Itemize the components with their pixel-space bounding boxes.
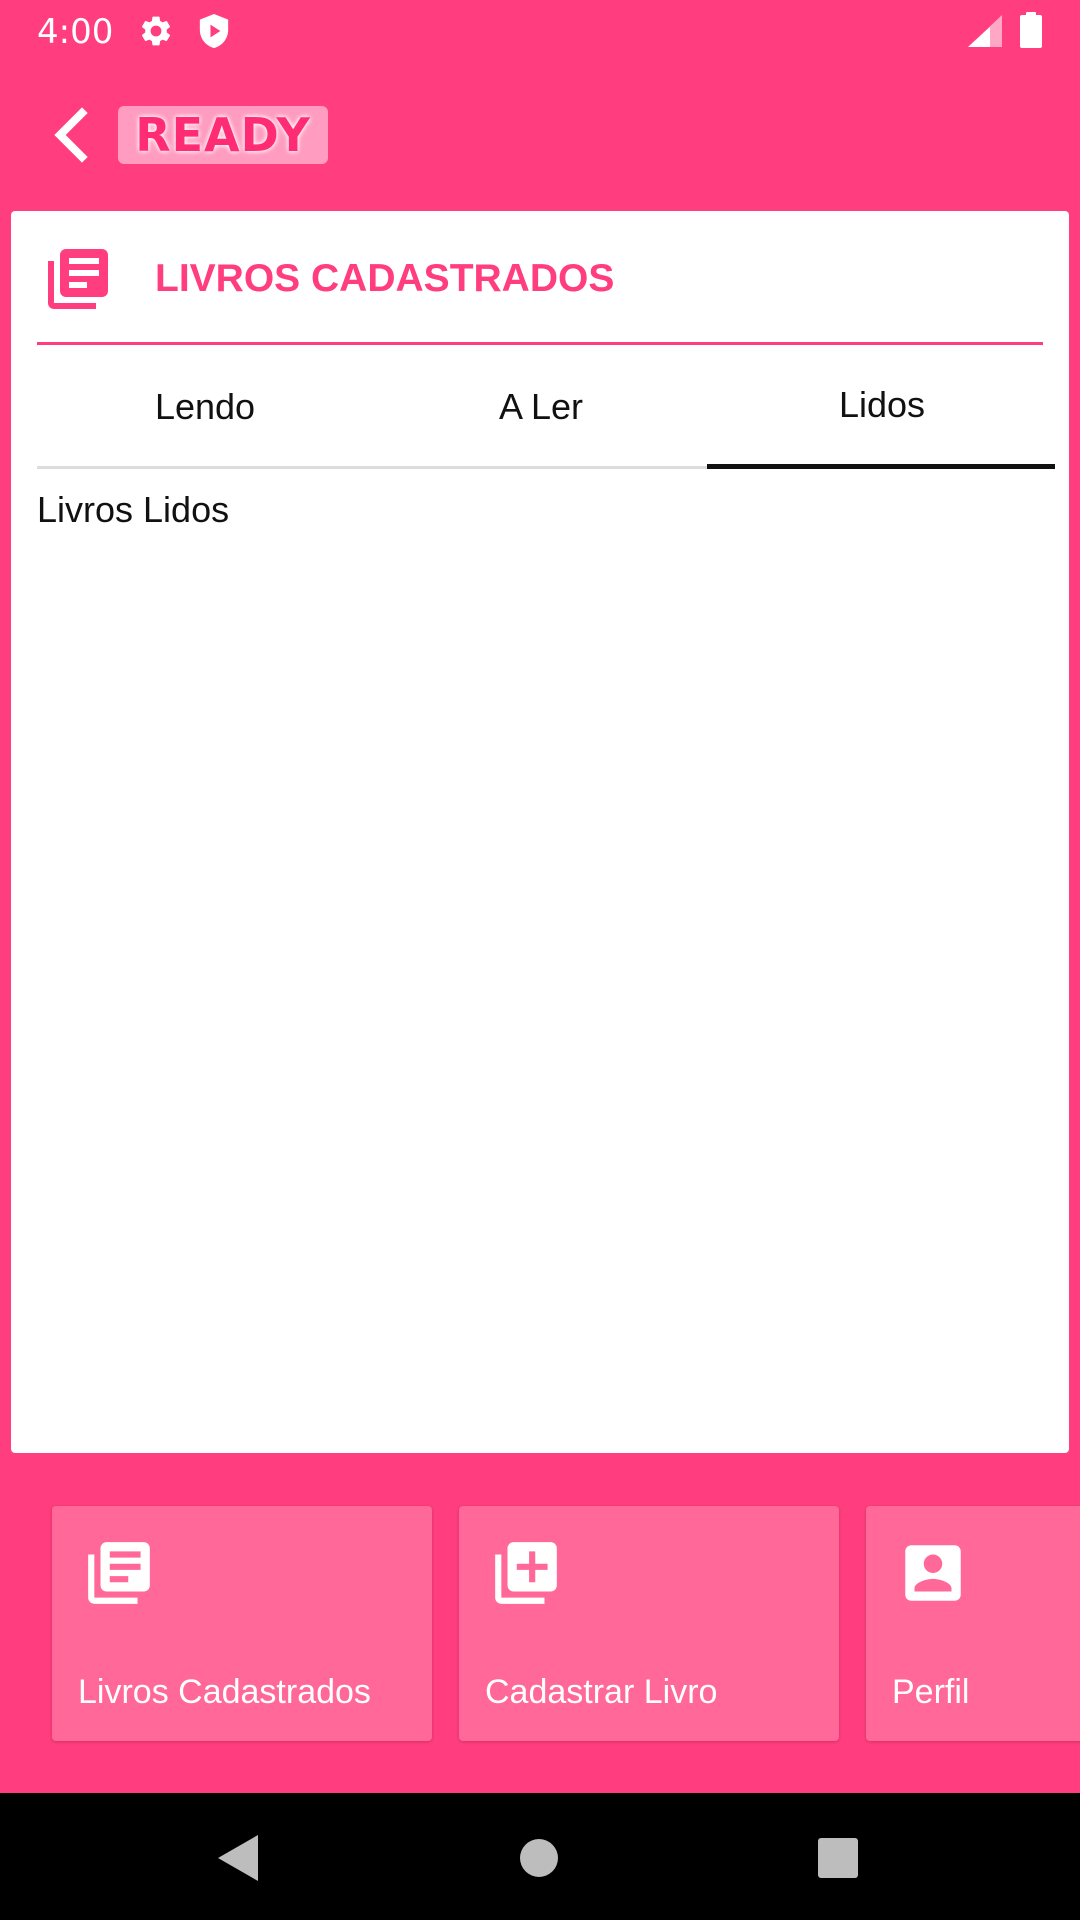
tab-a-ler[interactable]: A Ler [373,345,709,469]
system-navigation-bar [0,1793,1080,1920]
app-logo: READY [118,106,328,164]
book-list-icon [88,1542,150,1604]
profile-icon [905,1545,961,1601]
back-triangle-icon[interactable] [212,1831,266,1885]
nav-card-label: Perfil [892,1673,970,1711]
home-circle-icon[interactable] [512,1831,566,1885]
status-bar: 4:00 [0,0,1080,63]
recents-square-icon[interactable] [811,1831,865,1885]
tab-lendo[interactable]: Lendo [37,345,373,469]
nav-card-label: Livros Cadastrados [78,1673,371,1711]
add-book-icon [495,1542,557,1604]
chevron-left-icon [54,107,88,163]
gear-icon [141,16,171,46]
page-title: LIVROS CADASTRADOS [155,257,615,300]
tab-label: A Ler [498,386,584,427]
nav-card-label: Cadastrar Livro [485,1673,718,1711]
signal-icon [968,15,1002,47]
main-card: LIVROS CADASTRADOS Lendo A Ler Lidos Liv… [11,211,1069,1453]
nav-cadastrar-livro-button[interactable]: Cadastrar Livro [459,1506,839,1741]
shield-play-icon [199,14,229,48]
tab-lidos[interactable]: Lidos [709,345,1055,469]
app-logo-text: READY [135,108,311,162]
bottom-navigation: Livros Cadastrados Cadastrar Livro Perfi… [0,1453,1080,1793]
tab-selected-indicator [707,464,1055,469]
nav-perfil-button[interactable]: Perfil [866,1506,1080,1741]
back-button[interactable] [40,95,104,175]
book-list-icon [48,249,108,309]
tab-content-label: Livros Lidos [37,489,230,530]
status-time: 4:00 [37,12,114,52]
tab-label: Lidos [838,384,926,425]
battery-icon [1020,12,1042,48]
tab-bar: Lendo A Ler Lidos [37,345,1055,473]
nav-livros-cadastrados-button[interactable]: Livros Cadastrados [52,1506,432,1741]
tab-label: Lendo [154,386,256,427]
